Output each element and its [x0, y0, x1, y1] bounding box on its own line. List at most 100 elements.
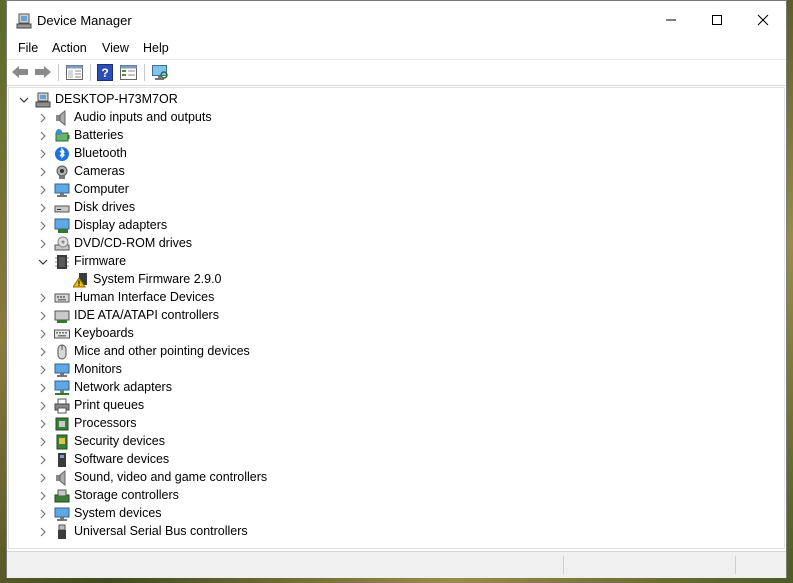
- tree-row-monitors[interactable]: Monitors: [9, 361, 784, 379]
- tree-row-keyboards[interactable]: Keyboards: [9, 325, 784, 343]
- collapse-chevron-icon[interactable]: [36, 255, 50, 269]
- tree-item-label[interactable]: Disk drives: [74, 200, 135, 214]
- tree-item-label[interactable]: Print queues: [74, 398, 144, 412]
- help-button[interactable]: ?: [95, 63, 115, 81]
- tree-item-label[interactable]: Security devices: [74, 434, 165, 448]
- tree-row-computer[interactable]: Computer: [9, 181, 784, 199]
- expand-chevron-icon[interactable]: [36, 471, 50, 485]
- tree-row-system-firmware-2-9-0[interactable]: System Firmware 2.9.0: [9, 271, 784, 289]
- expand-chevron-icon[interactable]: [36, 147, 50, 161]
- expand-chevron-icon[interactable]: [36, 111, 50, 125]
- expand-chevron-icon[interactable]: [36, 363, 50, 377]
- tree-row-dvd-cd-rom-drives[interactable]: DVD/CD-ROM drives: [9, 235, 784, 253]
- expand-chevron-icon[interactable]: [36, 525, 50, 539]
- toolbar-separator: [144, 64, 145, 81]
- tree-item-label[interactable]: Batteries: [74, 128, 123, 142]
- tree-item-label[interactable]: Monitors: [74, 362, 122, 376]
- tree-item-label[interactable]: System devices: [74, 506, 162, 520]
- menu-help[interactable]: Help: [143, 41, 169, 55]
- tree-item-label[interactable]: Cameras: [74, 164, 125, 178]
- tree-row-universal-serial-bus-controllers[interactable]: Universal Serial Bus controllers: [9, 523, 784, 541]
- show-hide-console-tree-button[interactable]: [64, 63, 84, 81]
- maximize-icon: [712, 15, 722, 25]
- tree-item-label[interactable]: Human Interface Devices: [74, 290, 214, 304]
- forward-arrow-icon: [35, 66, 51, 78]
- tree-item-label[interactable]: Network adapters: [74, 380, 172, 394]
- scan-hardware-button[interactable]: [150, 63, 170, 81]
- tree-item-label[interactable]: Software devices: [74, 452, 169, 466]
- expand-chevron-icon[interactable]: [36, 183, 50, 197]
- tree-row-software-devices[interactable]: Software devices: [9, 451, 784, 469]
- back-button[interactable]: [10, 63, 30, 81]
- tree-row-batteries[interactable]: Batteries: [9, 127, 784, 145]
- expand-chevron-icon[interactable]: [36, 489, 50, 503]
- close-button[interactable]: [740, 1, 786, 39]
- tree-row-cameras[interactable]: Cameras: [9, 163, 784, 181]
- tree-item-label[interactable]: Display adapters: [74, 218, 167, 232]
- status-pane-3: [737, 556, 783, 574]
- tree-item-label[interactable]: Sound, video and game controllers: [74, 470, 267, 484]
- expand-chevron-icon[interactable]: [36, 507, 50, 521]
- minimize-button[interactable]: [648, 1, 694, 39]
- tree-item-label[interactable]: Firmware: [74, 254, 126, 268]
- tree-item-label[interactable]: Audio inputs and outputs: [74, 110, 212, 124]
- expand-chevron-icon[interactable]: [36, 237, 50, 251]
- tree-item-label[interactable]: Mice and other pointing devices: [74, 344, 250, 358]
- expand-chevron-icon[interactable]: [36, 291, 50, 305]
- tree-row-ide-ata-atapi-controllers[interactable]: IDE ATA/ATAPI controllers: [9, 307, 784, 325]
- tree-row-security-devices[interactable]: Security devices: [9, 433, 784, 451]
- expand-chevron-icon[interactable]: [36, 453, 50, 467]
- tree-item-label[interactable]: Storage controllers: [74, 488, 179, 502]
- expand-chevron-icon[interactable]: [36, 417, 50, 431]
- tree-row-audio-inputs-and-outputs[interactable]: Audio inputs and outputs: [9, 109, 784, 127]
- menu-view[interactable]: View: [102, 41, 129, 55]
- usb-icon: [54, 524, 70, 540]
- tree-row-processors[interactable]: Processors: [9, 415, 784, 433]
- tree-row-disk-drives[interactable]: Disk drives: [9, 199, 784, 217]
- tree-row-firmware[interactable]: Firmware: [9, 253, 784, 271]
- toolbar-separator: [58, 64, 59, 81]
- tree-row-mice-and-other-pointing-devices[interactable]: Mice and other pointing devices: [9, 343, 784, 361]
- tree-row-root-computer[interactable]: DESKTOP-H73M7OR: [9, 91, 784, 109]
- tree-item-label[interactable]: Processors: [74, 416, 137, 430]
- device-manager-window: Device Manager File Action View Help ? D…: [6, 0, 787, 578]
- expand-chevron-icon[interactable]: [36, 165, 50, 179]
- device-tree[interactable]: DESKTOP-H73M7OR Audio inputs and outputs B…: [8, 87, 785, 549]
- tree-item-label[interactable]: IDE ATA/ATAPI controllers: [74, 308, 219, 322]
- tree-item-label[interactable]: System Firmware 2.9.0: [93, 272, 222, 286]
- status-pane-2: [565, 556, 736, 574]
- forward-button[interactable]: [33, 63, 53, 81]
- title-bar[interactable]: Device Manager: [7, 1, 786, 39]
- expand-chevron-icon[interactable]: [36, 381, 50, 395]
- keyboard-icon: [54, 326, 70, 342]
- tree-item-label[interactable]: DESKTOP-H73M7OR: [55, 92, 178, 106]
- expand-chevron-icon[interactable]: [36, 129, 50, 143]
- collapse-chevron-icon[interactable]: [17, 93, 31, 107]
- tree-row-display-adapters[interactable]: Display adapters: [9, 217, 784, 235]
- tree-item-label[interactable]: Bluetooth: [74, 146, 127, 160]
- tree-row-human-interface-devices[interactable]: Human Interface Devices: [9, 289, 784, 307]
- system-device-icon: [54, 506, 70, 522]
- tree-item-label[interactable]: DVD/CD-ROM drives: [74, 236, 192, 250]
- properties-button[interactable]: [118, 63, 138, 81]
- expand-chevron-icon[interactable]: [36, 201, 50, 215]
- expand-chevron-icon[interactable]: [36, 399, 50, 413]
- expand-chevron-icon[interactable]: [36, 327, 50, 341]
- tree-row-system-devices[interactable]: System devices: [9, 505, 784, 523]
- tree-row-print-queues[interactable]: Print queues: [9, 397, 784, 415]
- tree-item-label[interactable]: Computer: [74, 182, 129, 196]
- expand-chevron-icon[interactable]: [36, 219, 50, 233]
- menu-file[interactable]: File: [18, 41, 38, 55]
- tree-item-label[interactable]: Keyboards: [74, 326, 134, 340]
- tree-row-storage-controllers[interactable]: Storage controllers: [9, 487, 784, 505]
- expand-chevron-icon[interactable]: [36, 435, 50, 449]
- maximize-button[interactable]: [694, 1, 740, 39]
- menu-action[interactable]: Action: [52, 41, 87, 55]
- expand-chevron-icon[interactable]: [36, 345, 50, 359]
- warning-firmware-icon: [72, 272, 89, 288]
- expand-chevron-icon[interactable]: [36, 309, 50, 323]
- tree-item-label[interactable]: Universal Serial Bus controllers: [74, 524, 248, 538]
- tree-row-bluetooth[interactable]: Bluetooth: [9, 145, 784, 163]
- tree-row-sound-video-and-game-controllers[interactable]: Sound, video and game controllers: [9, 469, 784, 487]
- tree-row-network-adapters[interactable]: Network adapters: [9, 379, 784, 397]
